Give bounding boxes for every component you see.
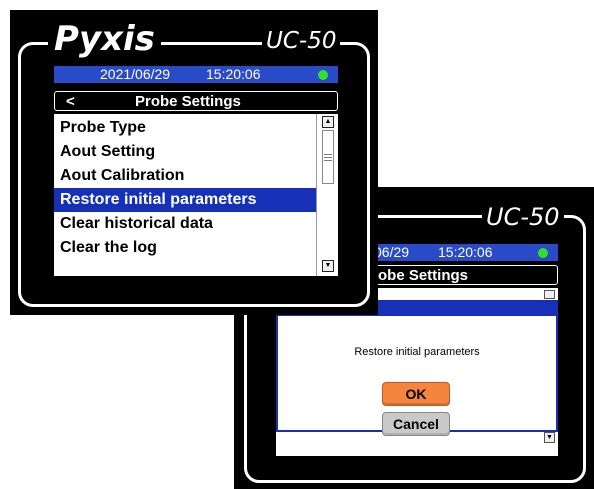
menu-item-aout-calibration[interactable]: Aout Calibration (54, 164, 316, 188)
brand-logo: Pyxis (48, 22, 161, 56)
menu-list: Probe Type Aout Setting Aout Calibration… (54, 114, 338, 276)
model-label: UC-50 (482, 205, 564, 229)
scroll-down-button[interactable]: ▼ (322, 260, 334, 272)
back-button[interactable]: < (66, 92, 75, 112)
ok-button[interactable]: OK (382, 382, 450, 406)
model-label: UC-50 (262, 30, 341, 53)
menu-item-clear-historical-data[interactable]: Clear historical data (54, 212, 316, 236)
scroll-up-button[interactable]: ▲ (322, 116, 334, 128)
status-date: 2021/06/29 (100, 66, 171, 82)
status-indicator-icon (318, 70, 328, 80)
screen-title: obe Settings (378, 267, 469, 284)
status-time: 15:20:06 (438, 244, 493, 260)
status-date: 06/29 (374, 244, 410, 260)
status-time: 15:20:06 (206, 66, 261, 82)
screen-header: < Probe Settings (54, 91, 338, 111)
grip-line (324, 154, 332, 155)
screen: 2021/06/29 15:20:06 < Probe Settings Pro… (54, 66, 338, 280)
scroll-up-button[interactable] (544, 290, 555, 299)
cancel-button[interactable]: Cancel (382, 412, 450, 436)
menu-item-aout-setting[interactable]: Aout Setting (54, 140, 316, 164)
scroll-down-button[interactable]: ▼ (544, 432, 555, 443)
menu-item-restore-initial-parameters[interactable]: Restore initial parameters (54, 188, 316, 212)
screen-title: Probe Settings (135, 93, 241, 110)
status-bar: 2021/06/29 15:20:06 (54, 66, 338, 83)
dialog-message: Restore initial parameters (354, 346, 480, 358)
menu-item-probe-type[interactable]: Probe Type (54, 116, 316, 140)
confirm-dialog: Restore initial parameters OK Cancel (276, 314, 558, 436)
menu-item-clear-the-log[interactable]: Clear the log (54, 236, 316, 260)
status-indicator-icon (538, 248, 548, 258)
grip-line (324, 160, 332, 161)
scroll-thumb[interactable] (322, 130, 334, 184)
device-uc50-menu: Pyxis UC-50 2021/06/29 15:20:06 < Probe … (10, 10, 378, 315)
grip-line (324, 157, 332, 158)
scrollbar[interactable]: ▲ ▼ (316, 114, 338, 276)
